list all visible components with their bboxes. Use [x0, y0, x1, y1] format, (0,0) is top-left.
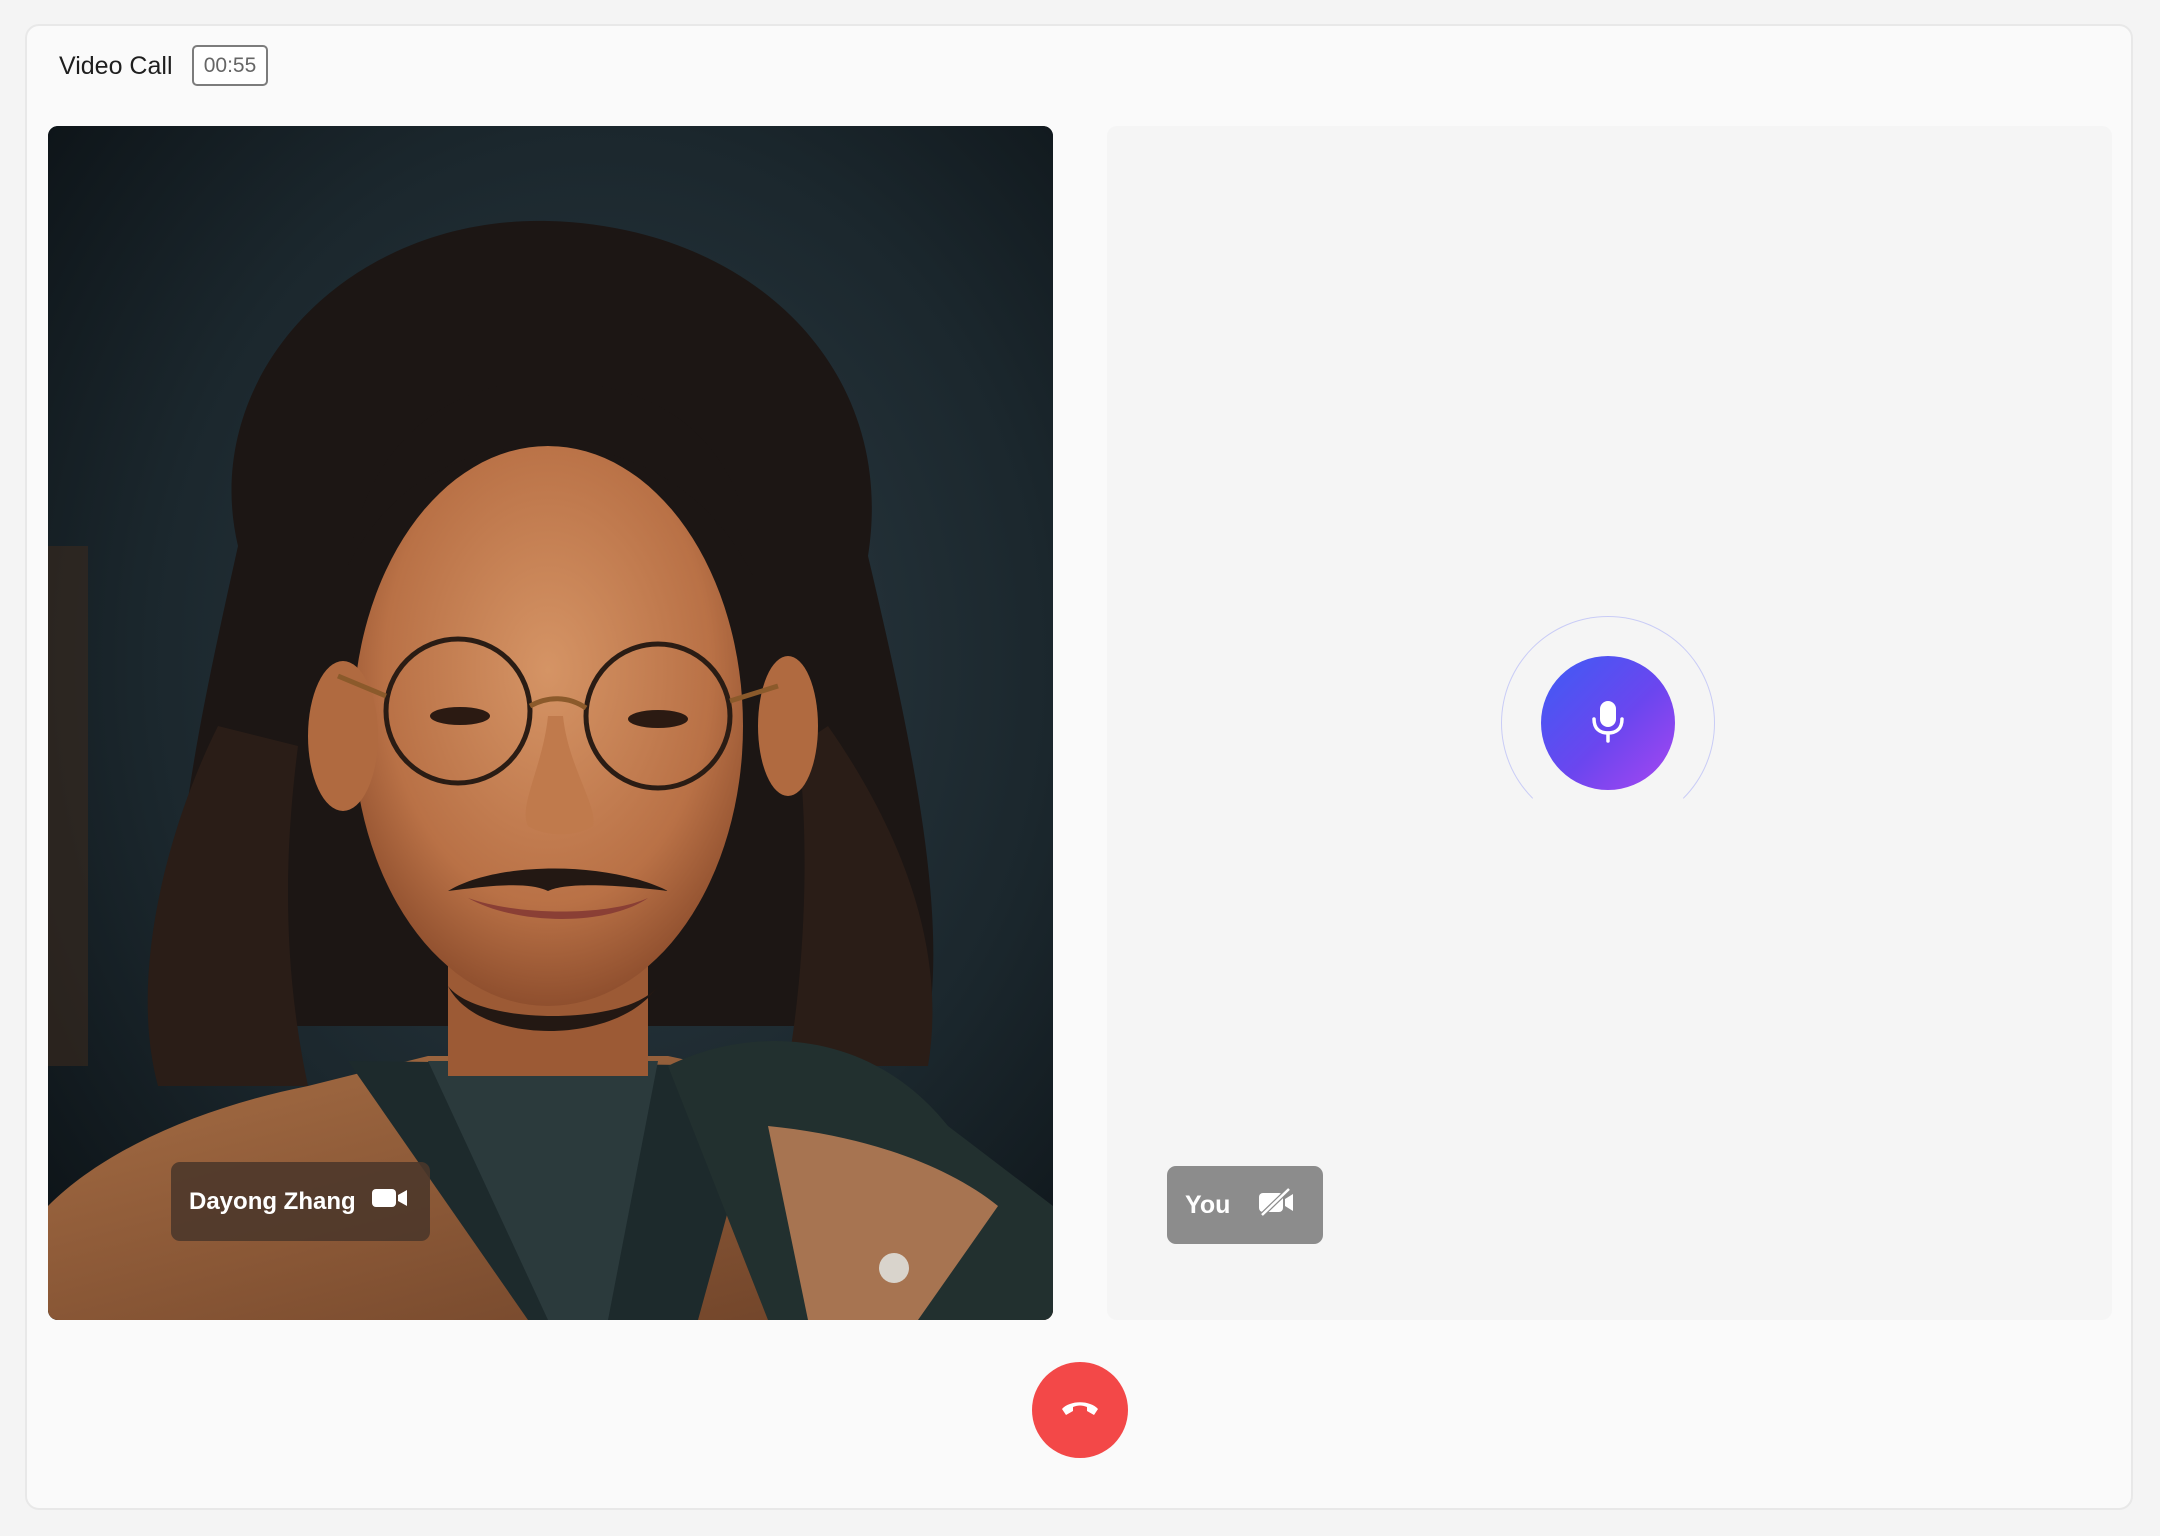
remote-video-tile[interactable]: Dayong Zhang — [48, 126, 1053, 1320]
remote-participant-video — [48, 126, 1053, 1320]
local-participant-label: You — [1185, 1190, 1231, 1219]
microphone-button[interactable] — [1541, 656, 1675, 790]
video-camera-icon — [371, 1187, 408, 1216]
call-timer: 00:55 — [192, 45, 268, 86]
local-participant-tag: You — [1167, 1166, 1323, 1244]
page-title: Video Call — [59, 52, 173, 80]
local-video-tile[interactable]: You — [1107, 126, 2112, 1320]
microphone-icon — [1590, 699, 1626, 748]
phone-hangup-icon — [1060, 1399, 1100, 1422]
remote-participant-name-tag: Dayong Zhang — [171, 1162, 430, 1241]
video-off-icon — [1258, 1186, 1294, 1224]
end-call-button[interactable] — [1032, 1362, 1128, 1458]
remote-participant-name: Dayong Zhang — [189, 1187, 356, 1215]
